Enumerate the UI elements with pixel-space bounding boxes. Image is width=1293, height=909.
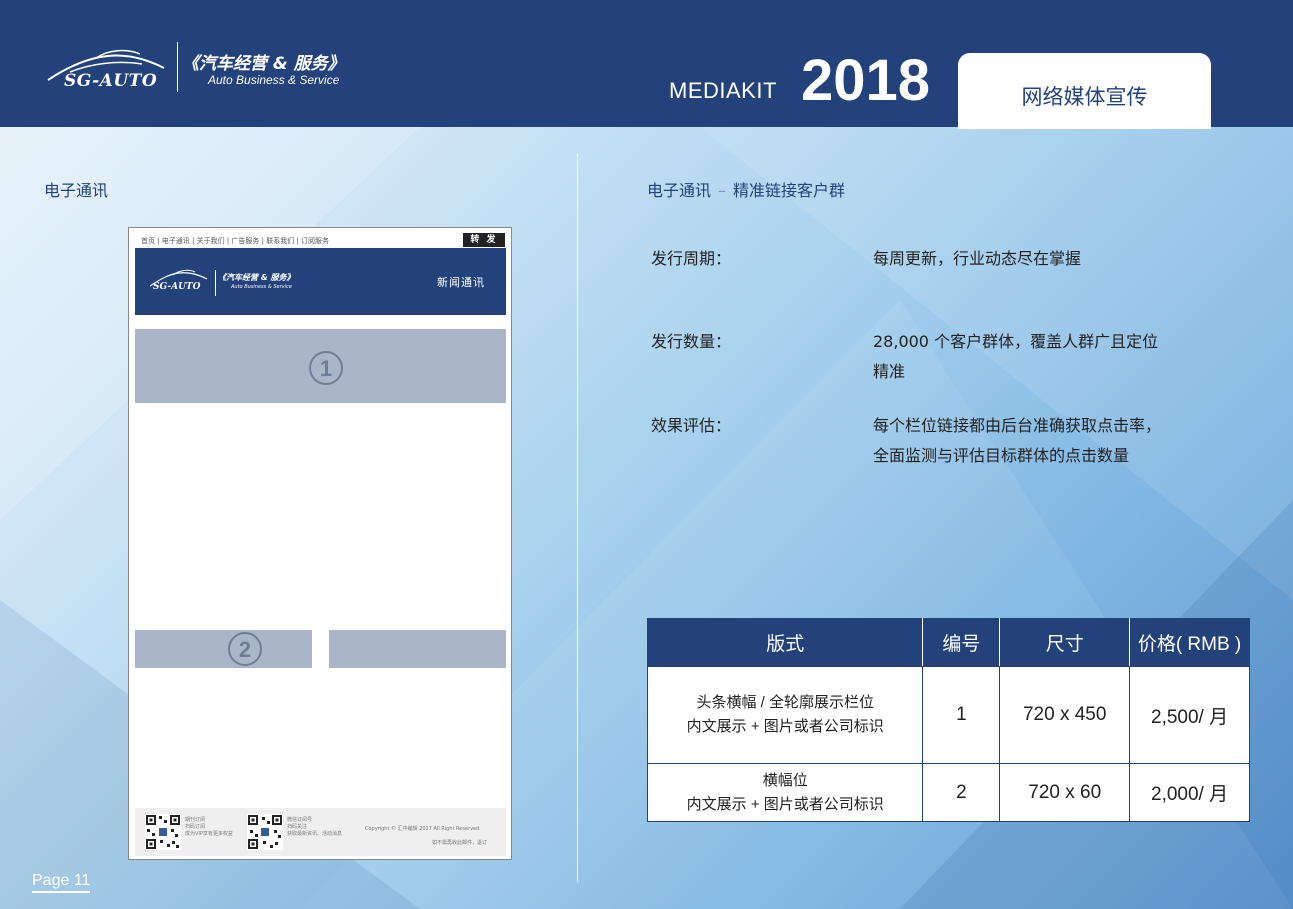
newsletter-nav: 首页 | 电子通讯 | 关于我们 | 广告服务 | 联系我们 | 订阅服务 <box>141 237 330 245</box>
newsletter-brand: SG-AUTO <box>153 282 201 292</box>
logo-brand-text: SG-AUTO <box>64 71 158 91</box>
newsletter-logo-en: Auto Business & Service <box>231 284 292 290</box>
logo-chinese-title: 《汽车经营 & 服务》 <box>182 54 345 74</box>
price-cell: 2,500/ 月 <box>1129 666 1250 764</box>
unsubscribe-link: 如不需再收此邮件，退订 <box>432 840 488 846</box>
info-label: 发行数量： <box>651 332 732 351</box>
newsletter-mockup: 首页 | 电子通讯 | 关于我们 | 广告服务 | 联系我们 | 订阅服务 转 … <box>128 227 512 860</box>
table-row: 头条横幅 / 全轮廓展示栏位 内文展示 + 图片或者公司标识 1 720 x 4… <box>646 666 1250 764</box>
newsletter-logo-cn: 《汽车经营 & 服务》 <box>218 273 295 282</box>
forward-button: 转 发 <box>463 233 505 247</box>
pricing-table: 版式 编号 尺寸 价格( RMB ) 头条横幅 / 全轮廓展示栏位 内文展示 +… <box>646 618 1250 822</box>
info-label: 发行周期： <box>651 249 732 268</box>
newsletter-header-title: 新闻通讯 <box>437 276 485 289</box>
newsletter-footer: 期刊订阅 扫码订阅 成为VIP享有更多权益 微信订阅号 扫码关注 获取最新资讯、… <box>135 808 506 856</box>
col-header-number: 编号 <box>922 618 1001 667</box>
qr1-title: 期刊订阅 <box>185 817 206 823</box>
newsletter-copyright: Copyright © 汇中编辑 2017 All Right Reserved <box>365 826 480 832</box>
right-title-sub: 精准链接客户群 <box>733 181 846 200</box>
format-line2: 内文展示 + 图片或者公司标识 <box>686 795 884 813</box>
logo-english-title: Auto Business & Service <box>208 73 340 87</box>
mediakit-year: 2018 <box>801 48 931 113</box>
mediakit-label: MEDIAKIT <box>669 78 777 103</box>
qr2-title: 微信订阅号 <box>287 817 313 823</box>
page-number: Page 11 <box>32 872 91 893</box>
right-section-title: 电子通讯 – 精准链接客户群 <box>647 177 845 201</box>
slot-number-2: 2 <box>228 632 262 666</box>
price-cell: 2,000/ 月 <box>1129 763 1250 822</box>
col-header-size: 尺寸 <box>999 618 1131 667</box>
qr-code-icon <box>145 814 181 850</box>
section-tab: 网络媒体宣传 <box>958 53 1211 129</box>
table-header-row: 版式 编号 尺寸 价格( RMB ) <box>646 618 1250 667</box>
slot-number-1: 1 <box>309 351 343 385</box>
format-line1: 头条横幅 / 全轮廓展示栏位 <box>696 694 874 711</box>
qr1-caption: 期刊订阅 扫码订阅 成为VIP享有更多权益 <box>185 817 233 838</box>
format-cell: 头条横幅 / 全轮廓展示栏位 内文展示 + 图片或者公司标识 <box>646 666 924 764</box>
qr2-caption: 微信订阅号 扫码关注 获取最新资讯、活动消息 <box>287 817 342 838</box>
column-divider <box>577 154 578 882</box>
newsletter-header: SG-AUTO 《汽车经营 & 服务》 Auto Business & Serv… <box>135 248 506 315</box>
right-title-separator: – <box>718 181 727 200</box>
ad-slot-2-left: 2 <box>135 630 312 668</box>
ad-slot-2-right <box>329 630 506 668</box>
ad-slot-1: 1 <box>135 329 506 403</box>
qr2-line2: 获取最新资讯、活动消息 <box>287 831 343 837</box>
table-row: 横幅位 内文展示 + 图片或者公司标识 2 720 x 60 2,000/ 月 <box>646 763 1250 822</box>
qr-code-icon <box>247 814 283 850</box>
qr1-line1: 扫码订阅 <box>185 824 206 830</box>
info-label: 效果评估： <box>651 416 732 435</box>
info-value: 每周更新，行业动态尽在掌握 <box>873 249 1082 268</box>
page-header: SG-AUTO 《汽车经营 & 服务》 Auto Business & Serv… <box>0 0 1293 129</box>
newsletter-logo-divider <box>215 270 216 296</box>
number-cell: 1 <box>922 666 1001 764</box>
number-cell: 2 <box>922 763 1001 822</box>
format-cell: 横幅位 内文展示 + 图片或者公司标识 <box>646 763 924 822</box>
col-header-price: 价格( RMB ) <box>1129 618 1250 667</box>
info-value: 每个栏位链接都由后台准确获取点击率，全面监测与评估目标群体的点击数量 <box>873 416 1162 465</box>
size-cell: 720 x 60 <box>999 763 1131 822</box>
brand-logo: SG-AUTO 《汽车经营 & 服务》 Auto Business & Serv… <box>46 38 356 100</box>
qr1-line2: 成为VIP享有更多权益 <box>185 831 233 837</box>
logo-divider <box>177 42 178 92</box>
col-header-format: 版式 <box>646 618 924 667</box>
qr2-line1: 扫码关注 <box>287 824 308 830</box>
right-title-main: 电子通讯 <box>647 181 712 200</box>
info-value: 28,000 个客户群体，覆盖人群广且定位精准 <box>873 332 1159 381</box>
format-line2: 内文展示 + 图片或者公司标识 <box>686 718 884 735</box>
size-cell: 720 x 450 <box>999 666 1131 764</box>
format-line1: 横幅位 <box>762 771 808 789</box>
left-section-title: 电子通讯 <box>44 181 109 200</box>
